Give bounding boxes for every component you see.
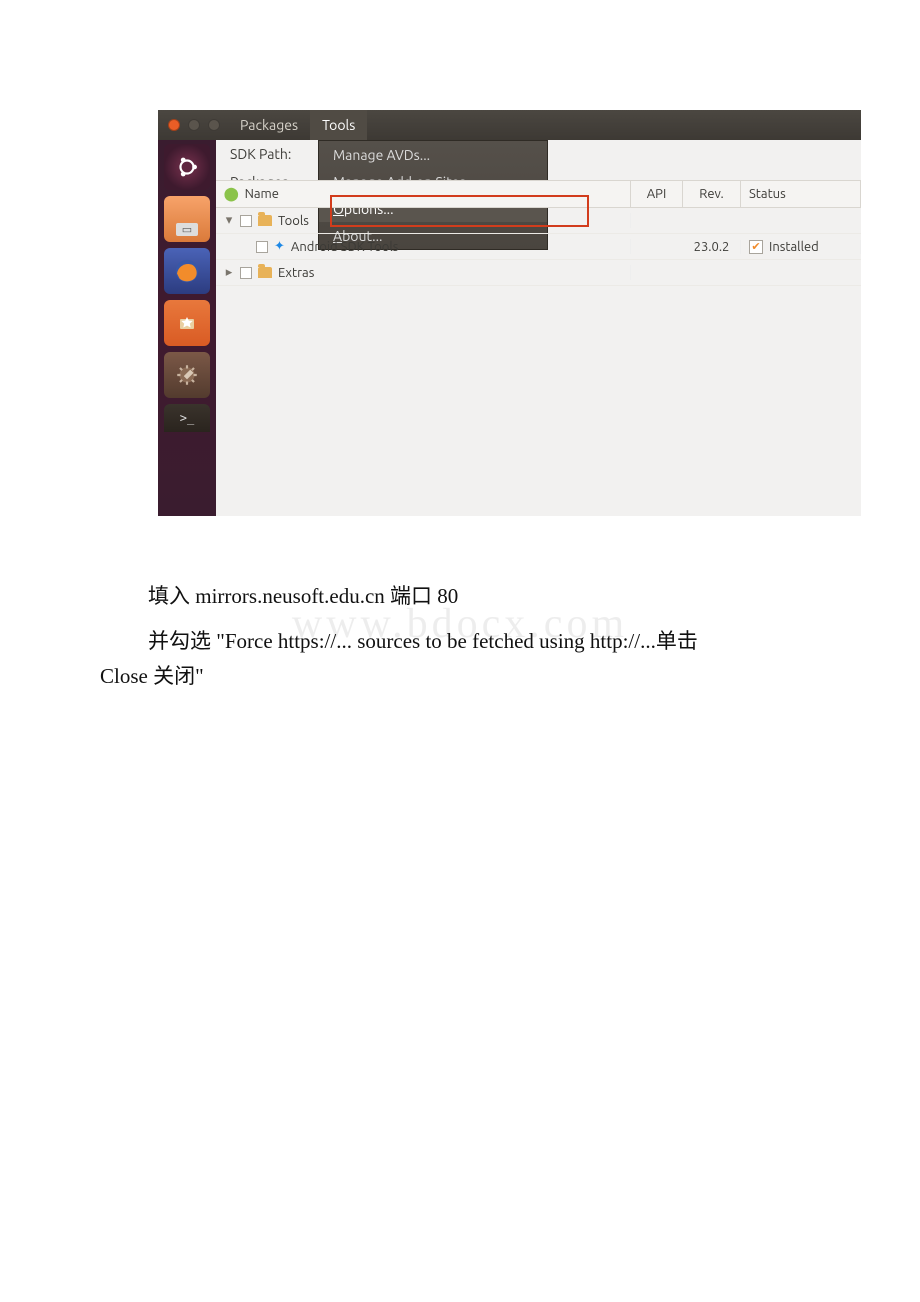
sdk-path-label: SDK Path: bbox=[216, 146, 301, 162]
checkbox[interactable] bbox=[256, 241, 268, 253]
firefox-icon[interactable] bbox=[164, 248, 210, 294]
menu-tools[interactable]: Tools bbox=[310, 110, 367, 140]
table-row[interactable]: ▸ Extras bbox=[216, 260, 861, 286]
android-icon: ⬤ bbox=[224, 187, 239, 202]
unity-launcher: >_ bbox=[158, 140, 216, 516]
row-sdk-tools-status: Installed bbox=[769, 240, 819, 254]
sdk-manager-window: Packages Tools >_ SDK Path: Packages Man… bbox=[158, 110, 861, 516]
row-tools-label: Tools bbox=[278, 214, 309, 228]
col-rev[interactable]: Rev. bbox=[683, 181, 741, 207]
chevron-down-icon[interactable]: ▾ bbox=[224, 213, 234, 228]
menu-packages[interactable]: Packages bbox=[228, 110, 310, 140]
col-name[interactable]: Name bbox=[245, 187, 279, 201]
col-status[interactable]: Status bbox=[741, 181, 861, 207]
ubuntu-software-icon[interactable] bbox=[164, 300, 210, 346]
instruction-line-2: 并勾选 "Force https://... sources to be fet… bbox=[100, 625, 840, 658]
row-extras-label: Extras bbox=[278, 266, 314, 280]
close-icon[interactable] bbox=[168, 119, 180, 131]
col-api[interactable]: API bbox=[631, 181, 683, 207]
window-titlebar: Packages Tools bbox=[158, 110, 861, 140]
chevron-right-icon[interactable]: ▸ bbox=[224, 265, 234, 280]
folder-icon bbox=[258, 215, 272, 226]
packages-table: ⬤ Name API Rev. Status ▾ Tools ✦ Android… bbox=[216, 180, 861, 286]
table-row[interactable]: ▾ Tools bbox=[216, 208, 861, 234]
checkbox[interactable] bbox=[240, 215, 252, 227]
folder-icon bbox=[258, 267, 272, 278]
maximize-icon[interactable] bbox=[208, 119, 220, 131]
menu-manage-avds[interactable]: Manage AVDs... bbox=[319, 141, 547, 168]
instruction-line-1: 填入 mirrors.neusoft.edu.cn 端口 80 bbox=[100, 580, 840, 613]
files-icon[interactable] bbox=[164, 196, 210, 242]
minimize-icon[interactable] bbox=[188, 119, 200, 131]
terminal-icon[interactable]: >_ bbox=[164, 404, 210, 432]
instruction-line-3: Close 关闭" bbox=[100, 660, 840, 693]
table-row[interactable]: ✦ Android SDK Tools 23.0.2 ✔ Installed bbox=[216, 234, 861, 260]
system-settings-icon[interactable] bbox=[164, 352, 210, 398]
installed-icon: ✔ bbox=[749, 240, 763, 254]
row-sdk-tools-rev: 23.0.2 bbox=[683, 240, 741, 254]
checkbox[interactable] bbox=[240, 267, 252, 279]
sdk-tools-icon: ✦ bbox=[274, 239, 285, 254]
ubuntu-dash-icon[interactable] bbox=[164, 144, 210, 190]
row-sdk-tools-label: Android SDK Tools bbox=[291, 240, 398, 254]
packages-table-header: ⬤ Name API Rev. Status bbox=[216, 180, 861, 208]
